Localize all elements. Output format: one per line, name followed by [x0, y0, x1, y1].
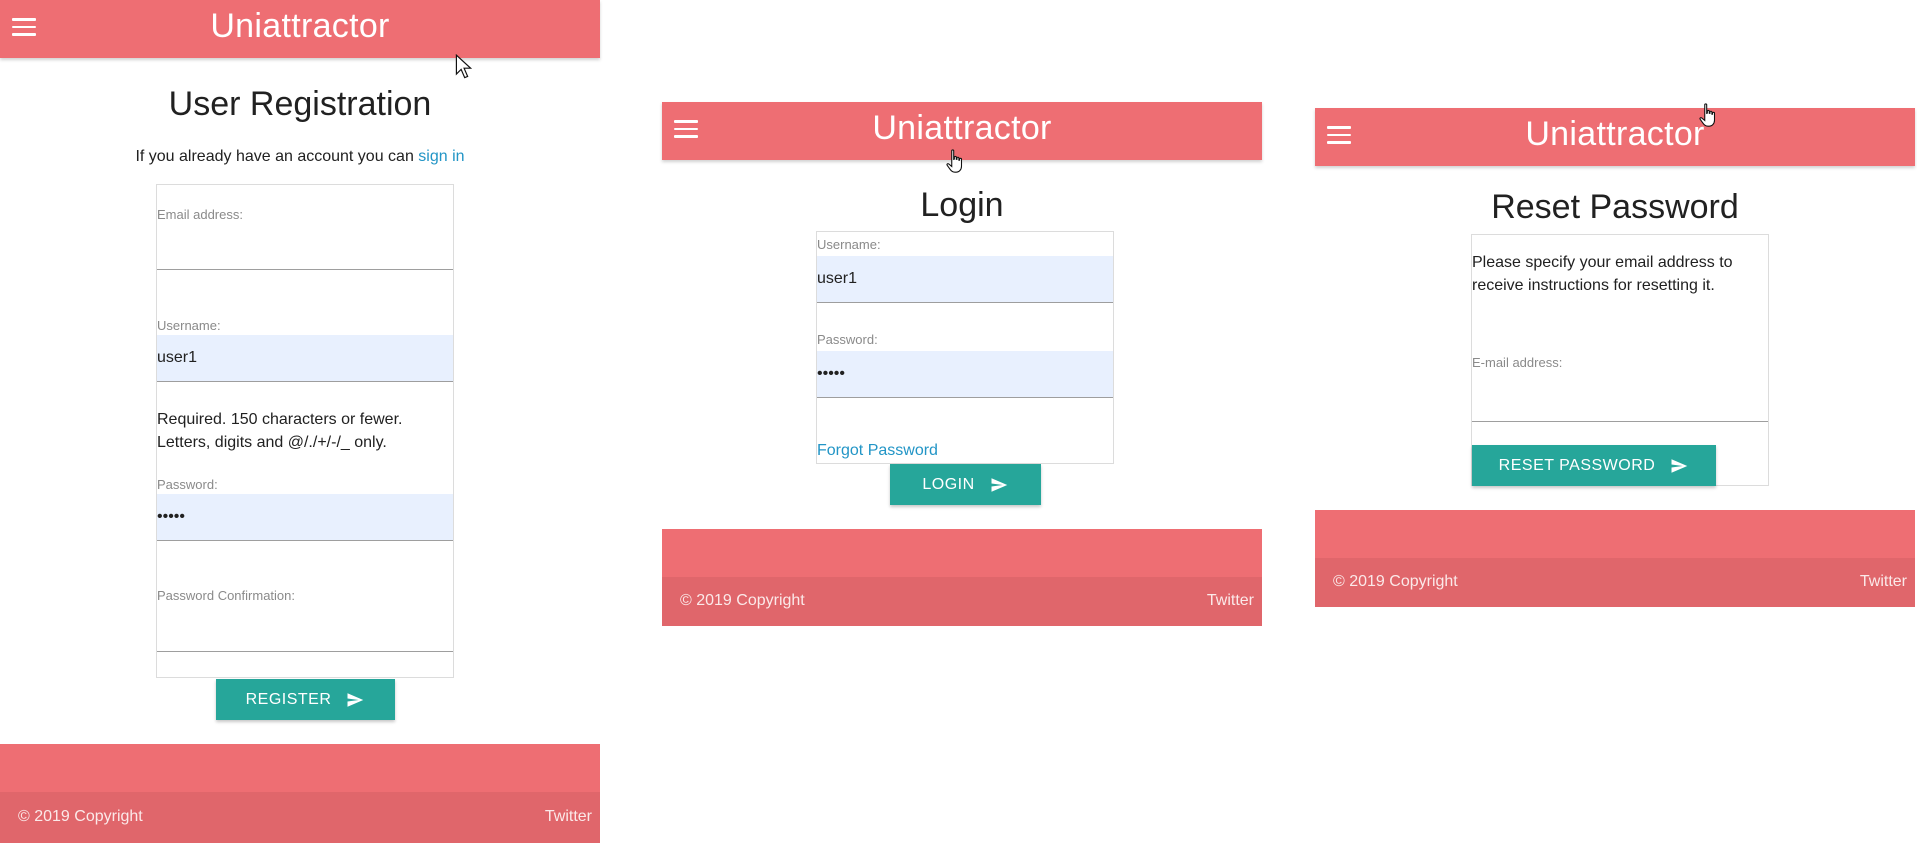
login-screen: Uniattractor Login Username: Password: F… — [662, 102, 1262, 626]
username-help-line1: Required. 150 characters or fewer. — [157, 411, 403, 428]
reset-instructions: Please specify your email address to rec… — [1472, 251, 1768, 297]
login-form: Username: Password: Forgot Password — [816, 231, 1114, 464]
brand-logo[interactable]: Uniattractor — [0, 0, 600, 52]
footer-copyright-bar: © 2019 Copyright Twitter — [0, 792, 600, 843]
brand-logo[interactable]: Uniattractor — [1315, 108, 1915, 160]
hand-cursor-icon — [1699, 103, 1716, 127]
username-help-line2: Letters, digits and @/./+/-/_ only. — [157, 434, 387, 451]
reset-password-button-label: RESET PASSWORD — [1498, 456, 1656, 474]
register-button[interactable]: REGISTER — [216, 679, 395, 720]
login-button-label: LOGIN — [922, 475, 975, 493]
footer — [0, 744, 600, 792]
signin-prompt: If you already have an account you can s… — [0, 148, 600, 166]
twitter-link[interactable]: Twitter — [1860, 573, 1907, 591]
page-title: Reset Password — [1491, 188, 1739, 226]
password-label: Password: — [157, 477, 218, 492]
twitter-link[interactable]: Twitter — [545, 808, 592, 826]
password-field[interactable] — [157, 494, 453, 541]
username-field[interactable] — [817, 256, 1113, 303]
hand-cursor-icon — [946, 149, 963, 173]
username-label: Username: — [817, 237, 881, 252]
footer-copyright-bar: © 2019 Copyright Twitter — [662, 577, 1262, 626]
login-button[interactable]: LOGIN — [890, 464, 1041, 505]
page-title: Login — [920, 186, 1004, 224]
copyright-text: © 2019 Copyright — [680, 592, 805, 609]
email-field[interactable] — [1472, 375, 1768, 422]
username-help-text: Required. 150 characters or fewer. Lette… — [157, 408, 453, 454]
send-icon — [991, 477, 1007, 492]
password-field[interactable] — [817, 351, 1113, 398]
reset-password-screen: Uniattractor Reset Password Please speci… — [1315, 103, 1915, 608]
password-confirm-label: Password Confirmation: — [157, 588, 295, 603]
signin-prompt-text: If you already have an account you can — [135, 148, 419, 165]
register-button-label: REGISTER — [245, 690, 332, 708]
page-title: User Registration — [168, 85, 432, 123]
copyright-text: © 2019 Copyright — [1333, 573, 1458, 590]
username-field[interactable] — [157, 335, 453, 382]
reset-password-button[interactable]: RESET PASSWORD — [1472, 445, 1716, 486]
registration-form: Email address: Username: Required. 150 c… — [156, 184, 454, 678]
password-confirm-field[interactable] — [157, 605, 453, 652]
reset-instructions-line1: Please specify your email address to — [1472, 254, 1733, 271]
footer — [662, 529, 1262, 577]
reset-instructions-line2: receive instructions for resetting it. — [1472, 277, 1715, 294]
email-label: Email address: — [157, 207, 243, 222]
registration-screen: Uniattractor User Registration If you al… — [0, 0, 600, 843]
signin-link[interactable]: sign in — [418, 148, 464, 165]
arrow-cursor-icon — [455, 54, 472, 79]
navbar: Uniattractor — [0, 0, 600, 58]
send-icon — [347, 692, 364, 707]
send-icon — [1671, 458, 1688, 473]
twitter-link[interactable]: Twitter — [1207, 592, 1254, 610]
email-field[interactable] — [157, 223, 453, 270]
copyright-text: © 2019 Copyright — [18, 808, 143, 825]
username-label: Username: — [157, 318, 221, 333]
footer-copyright-bar: © 2019 Copyright Twitter — [1315, 558, 1915, 607]
footer — [1315, 510, 1915, 558]
password-label: Password: — [817, 332, 878, 347]
brand-logo[interactable]: Uniattractor — [662, 102, 1262, 154]
navbar: Uniattractor — [1315, 108, 1915, 166]
forgot-password-link[interactable]: Forgot Password — [817, 442, 938, 460]
email-label: E-mail address: — [1472, 355, 1563, 370]
